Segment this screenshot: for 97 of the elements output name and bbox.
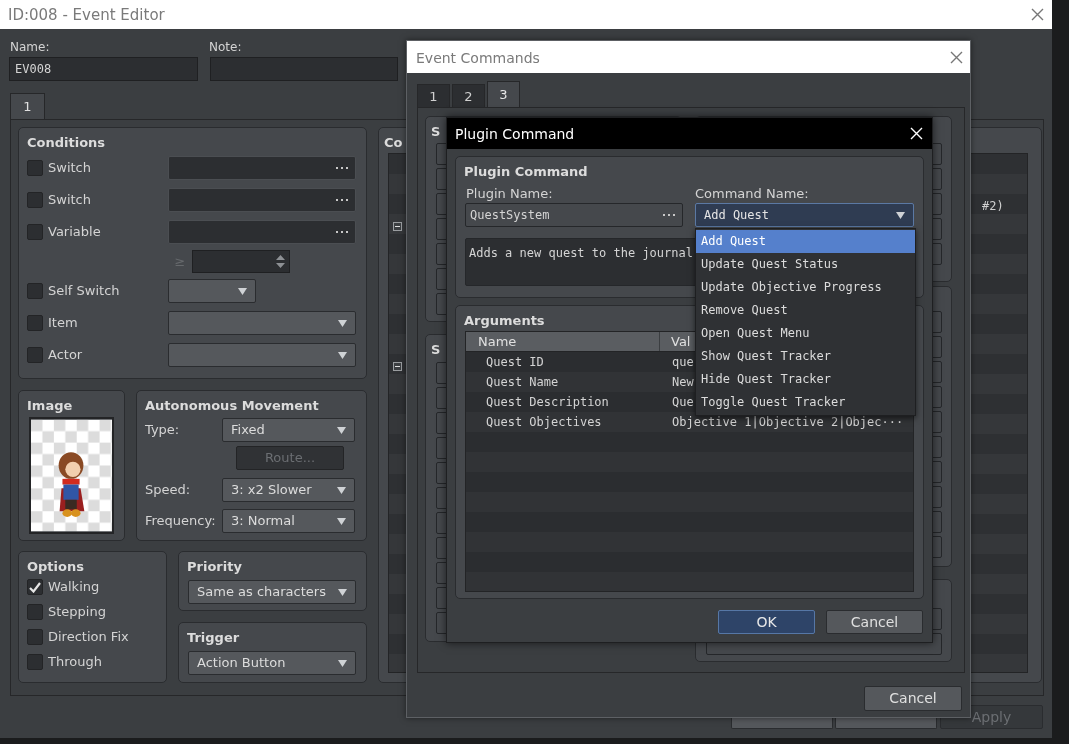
menu-item[interactable]: Hide Quest Tracker — [696, 368, 915, 391]
checkbox-label: Stepping — [48, 603, 106, 622]
column-header[interactable]: Name — [466, 332, 660, 351]
checkbox-label: Direction Fix — [48, 628, 129, 647]
window-title: Event Commands — [416, 49, 540, 68]
menu-item[interactable]: Toggle Quest Tracker — [696, 391, 915, 414]
tab[interactable]: 1 — [10, 93, 45, 120]
list-text: #2) — [982, 198, 1004, 215]
checkbox-label: Self Switch — [48, 282, 121, 301]
table-cell-text: Quest Description — [485, 394, 610, 411]
group-title: Autonomous Movement — [145, 397, 319, 415]
picker-field[interactable] — [168, 156, 356, 180]
caret-icon — [337, 486, 346, 494]
checkbox[interactable] — [27, 192, 43, 208]
dropdown[interactable]: Action Button — [188, 651, 356, 675]
dropdown[interactable]: Add Quest — [695, 203, 914, 227]
operator-sign: ≥ — [173, 252, 187, 271]
checkbox-label: Through — [48, 653, 102, 672]
checkbox[interactable] — [27, 283, 43, 299]
group-title: Plugin Command — [464, 163, 588, 181]
checkbox[interactable] — [27, 315, 43, 331]
picker-field[interactable] — [168, 188, 356, 212]
checkbox-label: Variable — [48, 223, 102, 242]
button[interactable]: Cancel — [864, 686, 962, 711]
dropdown[interactable]: Fixed — [222, 418, 355, 442]
button[interactable]: Cancel — [826, 610, 923, 634]
dropdown[interactable]: 3: x2 Slower — [222, 478, 355, 502]
field-label: Type: — [145, 421, 181, 440]
field-label: Note: — [209, 39, 242, 56]
caret-icon — [337, 517, 346, 525]
group-title: Trigger — [187, 629, 240, 647]
picker-field[interactable] — [168, 220, 356, 244]
group-title: Co — [384, 134, 403, 152]
window-title: Plugin Command — [455, 125, 575, 144]
caret-icon — [337, 426, 346, 434]
checkbox[interactable] — [27, 224, 43, 240]
input-field[interactable]: EV008 — [9, 57, 198, 81]
group-title: Options — [27, 558, 84, 576]
checkbox[interactable] — [27, 654, 43, 670]
group-title: Image — [27, 397, 73, 415]
window-title: ID:008 - Event Editor — [8, 5, 165, 26]
number-field[interactable] — [192, 250, 290, 273]
dropdown[interactable] — [168, 279, 256, 303]
checkbox[interactable] — [27, 604, 43, 620]
spinner-icon[interactable] — [276, 254, 285, 269]
group-title: S — [431, 341, 441, 359]
group-title: Priority — [187, 558, 242, 576]
field-label: Name: — [10, 39, 50, 56]
dropdown[interactable]: 3: Normal — [222, 509, 355, 533]
checkbox-label: Item — [48, 314, 79, 333]
caret-icon — [338, 659, 347, 667]
checkbox[interactable] — [27, 160, 43, 176]
button[interactable] — [731, 718, 833, 729]
column-header[interactable]: Val — [660, 332, 691, 351]
checkbox-label: Switch — [48, 159, 92, 178]
group-title: S — [431, 123, 441, 141]
checkbox-label: Walking — [48, 578, 100, 597]
caret-icon — [338, 319, 347, 327]
table-cell-text: New — [672, 374, 694, 391]
field-label: Plugin Name: — [466, 185, 553, 203]
menu-item[interactable]: Open Quest Menu — [696, 322, 915, 345]
dropdown[interactable] — [168, 311, 356, 335]
table-cell-text: Objective 1|Objective 2|Objec··· — [672, 414, 904, 431]
tab[interactable]: 3 — [487, 81, 520, 108]
menu-item[interactable]: Update Quest Status — [696, 253, 915, 276]
caret-icon — [338, 588, 347, 596]
tab[interactable]: 2 — [452, 84, 485, 108]
table-cell-text: Quest Objectives — [485, 414, 603, 431]
button[interactable]: OK — [718, 610, 815, 634]
table-cell-text: que — [672, 354, 694, 371]
collapse-icon[interactable] — [393, 222, 402, 231]
menu-item[interactable]: Show Quest Tracker — [696, 345, 915, 368]
caret-icon — [338, 351, 347, 359]
dropdown[interactable] — [168, 343, 356, 367]
field-label: Frequency: — [145, 512, 217, 531]
caret-icon — [238, 287, 247, 295]
group-title: Conditions — [27, 134, 106, 152]
checkbox[interactable] — [27, 347, 43, 363]
dropdown[interactable]: Same as characters — [188, 580, 356, 604]
picker-field[interactable]: QuestSystem — [465, 203, 683, 227]
table-cell-text: Que — [672, 394, 694, 411]
group-title: Arguments — [464, 312, 545, 330]
collapse-icon[interactable] — [393, 362, 402, 371]
checkbox-label: Switch — [48, 191, 92, 210]
checkbox[interactable] — [27, 579, 43, 595]
tab[interactable]: 1 — [417, 84, 450, 108]
checkbox[interactable] — [27, 629, 43, 645]
checkbox-label: Actor — [48, 346, 84, 365]
input-field[interactable] — [210, 57, 398, 81]
check-icon — [29, 581, 41, 593]
field-label: Command Name: — [695, 185, 809, 203]
button[interactable] — [835, 718, 937, 729]
menu-item[interactable]: Remove Quest — [696, 299, 915, 322]
table-cell-text: Quest Name — [485, 374, 560, 391]
field-label: Speed: — [145, 481, 192, 500]
table-cell-text: Quest ID — [485, 354, 545, 371]
menu-item[interactable]: Add Quest — [696, 230, 915, 253]
